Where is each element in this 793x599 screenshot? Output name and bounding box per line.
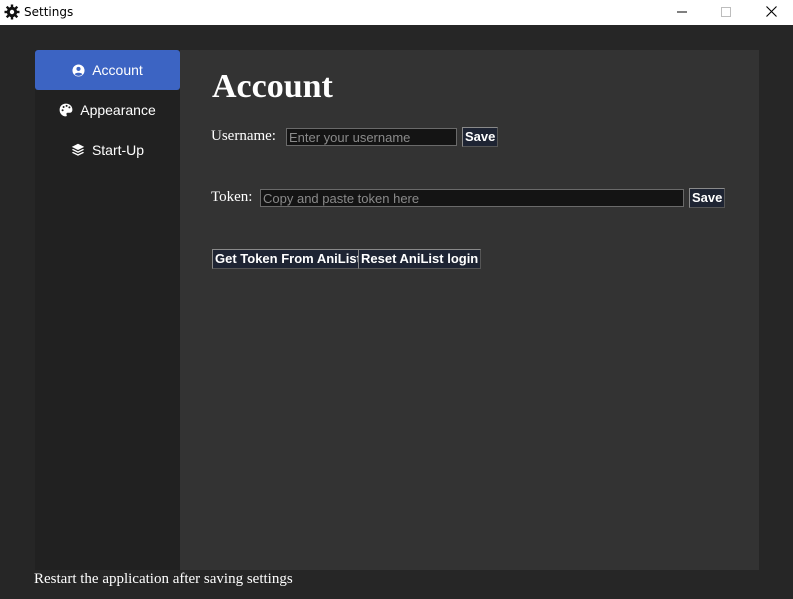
maximize-icon bbox=[721, 4, 731, 22]
sidebar-item-label: Appearance bbox=[80, 102, 156, 118]
token-label: Token: bbox=[211, 189, 253, 205]
sidebar-item-appearance[interactable]: Appearance bbox=[35, 90, 180, 130]
user-circle-icon bbox=[72, 63, 85, 77]
sidebar-item-start-up[interactable]: Start-Up bbox=[35, 130, 180, 170]
layers-icon bbox=[71, 143, 85, 157]
account-panel: Account Username: Save Token: Save Get T… bbox=[180, 50, 759, 570]
sidebar-item-label: Account bbox=[92, 62, 143, 78]
username-save-button[interactable]: Save bbox=[462, 127, 499, 147]
window-title: Settings bbox=[24, 5, 74, 19]
minimize-button[interactable] bbox=[659, 0, 705, 25]
sidebar-item-label: Start-Up bbox=[91, 142, 145, 158]
sidebar-item-account[interactable]: Account bbox=[35, 50, 180, 90]
minimize-icon bbox=[677, 4, 687, 22]
close-button[interactable] bbox=[748, 0, 793, 25]
maximize-button[interactable] bbox=[703, 0, 749, 25]
gear-icon bbox=[4, 4, 20, 20]
get-token-button[interactable]: Get Token From AniList bbox=[212, 249, 364, 269]
token-save-button[interactable]: Save bbox=[689, 188, 726, 208]
username-input[interactable] bbox=[286, 128, 457, 146]
reset-anilist-login-button[interactable]: Reset AniList login bbox=[358, 249, 482, 269]
palette-icon bbox=[59, 103, 73, 117]
page-title: Account bbox=[212, 68, 333, 105]
username-label: Username: bbox=[211, 128, 276, 144]
token-input[interactable] bbox=[260, 189, 684, 207]
sidebar: Account Appearance Start-Up bbox=[35, 50, 180, 570]
close-icon bbox=[765, 4, 777, 22]
restart-note: Restart the application after saving set… bbox=[34, 571, 293, 587]
title-bar: Settings bbox=[0, 0, 793, 25]
